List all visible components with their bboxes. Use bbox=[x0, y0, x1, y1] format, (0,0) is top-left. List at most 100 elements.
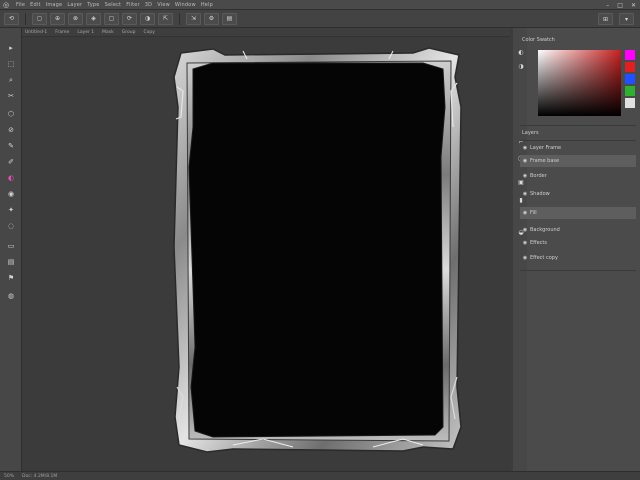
doc-tab[interactable]: Copy bbox=[143, 30, 154, 35]
close-icon[interactable]: ✕ bbox=[631, 2, 636, 9]
options-right-group: ⊞ ▾ bbox=[598, 13, 634, 25]
layer-name: Frame base bbox=[530, 158, 560, 164]
menu-file[interactable]: File bbox=[16, 2, 25, 8]
metal-frame-artwork[interactable] bbox=[173, 47, 463, 453]
hand-tool-icon[interactable]: ⚑ bbox=[5, 272, 17, 284]
layers-panel-title: Layers bbox=[522, 130, 539, 136]
doc-tab[interactable]: Mask bbox=[102, 30, 114, 35]
doc-tab[interactable]: Layer 1 bbox=[77, 30, 94, 35]
layer-row[interactable]: ◉ Background bbox=[520, 224, 636, 236]
options-divider bbox=[179, 12, 180, 25]
option-button-6[interactable]: ⟳ bbox=[122, 12, 137, 25]
layer-name: Effect copy bbox=[530, 255, 558, 261]
eye-icon[interactable]: ◉ bbox=[520, 191, 530, 197]
status-bar: 50% Doc: 4.2M/8.1M bbox=[0, 471, 640, 480]
doc-info: Doc: 4.2M/8.1M bbox=[22, 473, 58, 479]
stamp-tool-icon[interactable]: ✐ bbox=[5, 156, 17, 168]
eraser-tool-icon[interactable]: ◐ bbox=[5, 172, 17, 184]
move-tool-icon[interactable]: ▸ bbox=[5, 42, 17, 54]
doc-tab[interactable]: Group bbox=[122, 30, 136, 35]
document-tabs: Untitled-1 Frame Layer 1 Mask Group Copy bbox=[22, 28, 510, 37]
layer-name: Shadow bbox=[530, 191, 550, 197]
eye-icon[interactable]: ◉ bbox=[520, 210, 530, 216]
doc-tab[interactable]: Frame bbox=[55, 30, 69, 35]
swatch-red[interactable] bbox=[625, 62, 635, 72]
swatch-magenta[interactable] bbox=[625, 50, 635, 60]
menu-window[interactable]: Window bbox=[175, 2, 196, 8]
layer-name: Border bbox=[530, 173, 547, 179]
text-tool-icon[interactable]: ▤ bbox=[5, 256, 17, 268]
color-panel-icon[interactable]: ◐ bbox=[517, 48, 525, 56]
crop-tool-icon[interactable]: ✂ bbox=[5, 90, 17, 102]
layer-row[interactable]: ◉ Layer Frame bbox=[520, 142, 636, 154]
color-panel-title: Color Swatch bbox=[522, 37, 555, 43]
eye-icon[interactable]: ◉ bbox=[520, 227, 530, 233]
eyedropper-tool-icon[interactable]: ⬡ bbox=[5, 108, 17, 120]
zoom-level[interactable]: 50% bbox=[4, 474, 14, 479]
option-button-10[interactable]: ⚙ bbox=[204, 12, 219, 25]
option-button-7[interactable]: ◑ bbox=[140, 12, 155, 25]
workspace-dropdown[interactable]: ▾ bbox=[619, 13, 634, 25]
eye-icon[interactable]: ◉ bbox=[520, 158, 530, 164]
minimize-icon[interactable]: – bbox=[606, 2, 609, 9]
dodge-tool-icon[interactable]: ✦ bbox=[5, 204, 17, 216]
eye-icon[interactable]: ◉ bbox=[520, 255, 530, 261]
home-button[interactable]: ⟲ bbox=[4, 12, 19, 25]
panel-dock: ◐ ◑ ⌐ ▢ ▣ ▮ ◒ bbox=[513, 28, 527, 471]
option-button-4[interactable]: ◈ bbox=[86, 12, 101, 25]
zoom-tool-icon[interactable]: ◍ bbox=[5, 290, 17, 302]
menu-edit[interactable]: Edit bbox=[30, 2, 40, 8]
option-button-8[interactable]: ⇱ bbox=[158, 12, 173, 25]
brush-tool-icon[interactable]: ✎ bbox=[5, 140, 17, 152]
layer-row[interactable]: ◉ Effects bbox=[520, 237, 636, 249]
tools-panel: ▸ ⬚ ⌕ ✂ ⬡ ⊘ ✎ ✐ ◐ ◉ ✦ ◌ ▭ ▤ ⚑ ◍ bbox=[0, 28, 22, 471]
maximize-icon[interactable]: □ bbox=[617, 2, 623, 9]
swatch-blue[interactable] bbox=[625, 74, 635, 84]
menu-view[interactable]: View bbox=[157, 2, 170, 8]
panel-divider bbox=[520, 125, 636, 126]
swatch-green[interactable] bbox=[625, 86, 635, 96]
menu-list: File Edit Image Layer Type Select Filter… bbox=[12, 2, 213, 8]
menu-image[interactable]: Image bbox=[46, 2, 63, 8]
options-bar: ⟲ ◻ ⊕ ⊗ ◈ ▢ ⟳ ◑ ⇱ ⇲ ⚙ ▤ ⊞ ▾ bbox=[0, 10, 640, 28]
menu-bar: ◎ File Edit Image Layer Type Select Filt… bbox=[0, 0, 640, 10]
lasso-tool-icon[interactable]: ⌕ bbox=[5, 74, 17, 86]
layer-name: Fill bbox=[530, 210, 537, 216]
option-button-11[interactable]: ▤ bbox=[222, 12, 237, 25]
marquee-tool-icon[interactable]: ⬚ bbox=[5, 58, 17, 70]
option-button-2[interactable]: ⊕ bbox=[50, 12, 65, 25]
options-divider bbox=[25, 12, 26, 25]
eye-icon[interactable]: ◉ bbox=[520, 173, 530, 179]
option-button-1[interactable]: ◻ bbox=[32, 12, 47, 25]
menu-type[interactable]: Type bbox=[87, 2, 99, 8]
gradient-tool-icon[interactable]: ◉ bbox=[5, 188, 17, 200]
swatch-white[interactable] bbox=[625, 98, 635, 108]
menu-layer[interactable]: Layer bbox=[67, 2, 82, 8]
window-controls: – □ ✕ bbox=[606, 0, 636, 10]
menu-3d[interactable]: 3D bbox=[145, 2, 152, 8]
layer-row[interactable]: ◉ Frame base bbox=[520, 155, 636, 167]
shape-tool-icon[interactable]: ▭ bbox=[5, 240, 17, 252]
layer-row[interactable]: ◉ Border bbox=[520, 170, 636, 182]
menu-select[interactable]: Select bbox=[105, 2, 122, 8]
healing-tool-icon[interactable]: ⊘ bbox=[5, 124, 17, 136]
option-button-5[interactable]: ▢ bbox=[104, 12, 119, 25]
option-button-9[interactable]: ⇲ bbox=[186, 12, 201, 25]
menu-filter[interactable]: Filter bbox=[126, 2, 140, 8]
doc-tab[interactable]: Untitled-1 bbox=[25, 30, 47, 35]
option-button-3[interactable]: ⊗ bbox=[68, 12, 83, 25]
eye-icon[interactable]: ◉ bbox=[520, 240, 530, 246]
workspace-button[interactable]: ⊞ bbox=[598, 13, 613, 25]
menu-help[interactable]: Help bbox=[201, 2, 213, 8]
layer-row[interactable]: ◉ Effect copy bbox=[520, 252, 636, 264]
layer-name: Effects bbox=[530, 240, 547, 246]
pen-tool-icon[interactable]: ◌ bbox=[5, 220, 17, 232]
app-logo-icon[interactable]: ◎ bbox=[0, 0, 12, 10]
color-picker-field[interactable] bbox=[538, 50, 621, 116]
layer-row[interactable]: ◉ Fill bbox=[520, 207, 636, 219]
swatches-panel-icon[interactable]: ◑ bbox=[517, 62, 525, 70]
eye-icon[interactable]: ◉ bbox=[520, 145, 530, 151]
layer-name: Layer Frame bbox=[530, 145, 562, 151]
layer-row[interactable]: ◉ Shadow bbox=[520, 188, 636, 200]
layer-name: Background bbox=[530, 227, 560, 233]
